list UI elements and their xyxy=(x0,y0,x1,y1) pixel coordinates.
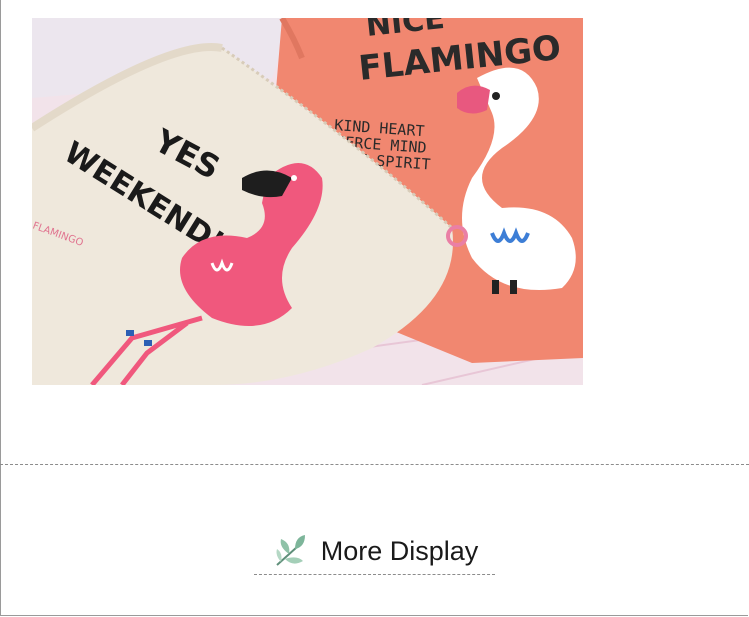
section-title: More Display xyxy=(320,535,479,566)
flamingo-pouches-image: NICE FLAMINGO KIND HEART FIERCE MIND BRA… xyxy=(32,18,583,385)
leaf-sprig-icon xyxy=(271,531,311,571)
section-divider xyxy=(0,464,749,465)
more-display-heading: More Display xyxy=(254,528,495,575)
product-photo: NICE FLAMINGO KIND HEART FIERCE MIND BRA… xyxy=(32,18,583,385)
